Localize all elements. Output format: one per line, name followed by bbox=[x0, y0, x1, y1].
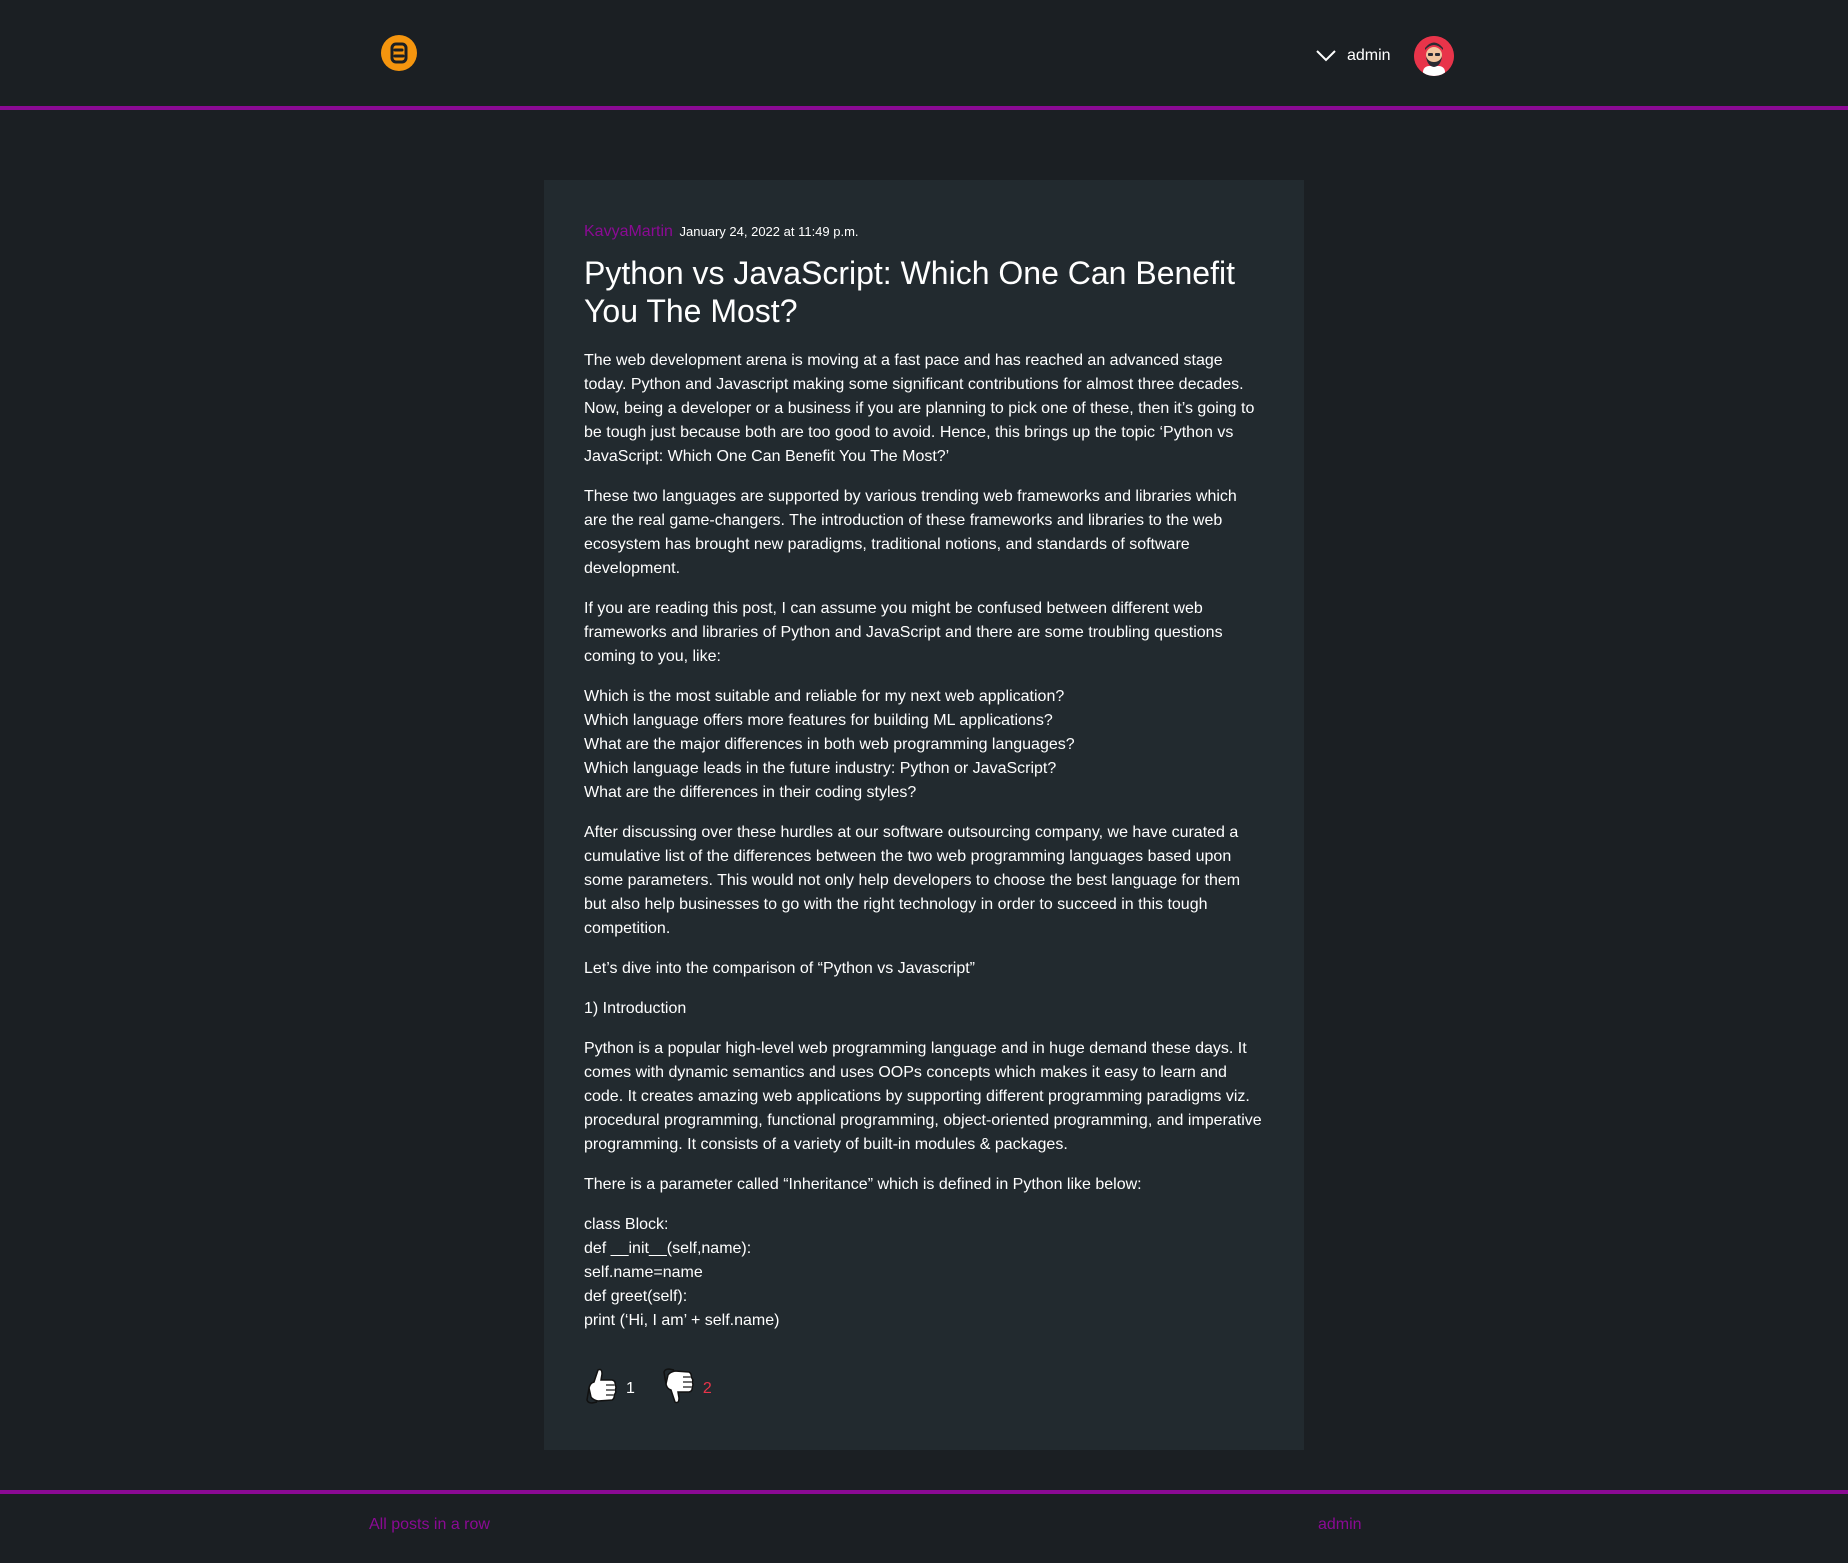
thumbs-down-icon bbox=[661, 1366, 697, 1411]
post-body: The web development arena is moving at a… bbox=[584, 349, 1264, 1333]
post-paragraph: After discussing over these hurdles at o… bbox=[584, 824, 1241, 937]
footer-admin-link[interactable]: admin bbox=[1318, 1516, 1362, 1534]
code-block: class Block: def __init__(self,name): se… bbox=[584, 1213, 1264, 1333]
code-line: print (‘Hi, I am’ + self.name) bbox=[584, 1312, 780, 1329]
question-list: Which is the most suitable and reliable … bbox=[584, 685, 1264, 805]
post-paragraph: Python is a popular high-level web progr… bbox=[584, 1040, 1262, 1153]
chevron-down-icon bbox=[1316, 46, 1336, 66]
username-label: admin bbox=[1347, 47, 1391, 64]
post-author-link[interactable]: KavyaMartin bbox=[584, 223, 673, 240]
like-count: 1 bbox=[626, 1379, 635, 1397]
post-paragraph: Let’s dive into the comparison of “Pytho… bbox=[584, 960, 975, 977]
post-paragraph: These two languages are supported by var… bbox=[584, 488, 1237, 577]
post-title: Python vs JavaScript: Which One Can Bene… bbox=[584, 255, 1235, 329]
section-heading: 1) Introduction bbox=[584, 1000, 687, 1017]
dislike-count: 2 bbox=[702, 1379, 712, 1397]
like-button[interactable]: 1 bbox=[584, 1366, 635, 1411]
question-item: What are the major differences in both w… bbox=[584, 736, 1075, 753]
thumbs-up-icon bbox=[584, 1366, 620, 1411]
all-posts-link[interactable]: All posts in a row bbox=[369, 1516, 490, 1534]
code-line: class Block: bbox=[584, 1216, 669, 1233]
post-paragraph: The web development arena is moving at a… bbox=[584, 352, 1255, 465]
user-menu-toggle[interactable]: admin bbox=[1316, 34, 1391, 78]
question-item: What are the differences in their coding… bbox=[584, 784, 917, 801]
question-item: Which is the most suitable and reliable … bbox=[584, 688, 1065, 705]
top-header: admin bbox=[0, 0, 1848, 110]
blogger-logo-icon[interactable] bbox=[381, 35, 417, 71]
code-line: self.name=name bbox=[584, 1264, 703, 1281]
vote-bar: 1 2 bbox=[584, 1366, 712, 1411]
page-footer: All posts in a row admin bbox=[0, 1490, 1848, 1563]
question-item: Which language offers more features for … bbox=[584, 712, 1053, 729]
question-item: Which language leads in the future indus… bbox=[584, 760, 1057, 777]
post-card: KavyaMartin January 24, 2022 at 11:49 p.… bbox=[544, 180, 1304, 1450]
post-paragraph: If you are reading this post, I can assu… bbox=[584, 600, 1223, 665]
avatar-icon[interactable] bbox=[1414, 36, 1454, 76]
post-paragraph: There is a parameter called “Inheritance… bbox=[584, 1176, 1142, 1193]
code-line: def __init__(self,name): bbox=[584, 1240, 752, 1257]
code-line: def greet(self): bbox=[584, 1288, 688, 1305]
post-date: January 24, 2022 at 11:49 p.m. bbox=[679, 224, 859, 239]
post-meta: KavyaMartin January 24, 2022 at 11:49 p.… bbox=[584, 222, 1264, 246]
dislike-button[interactable]: 2 bbox=[661, 1366, 712, 1411]
